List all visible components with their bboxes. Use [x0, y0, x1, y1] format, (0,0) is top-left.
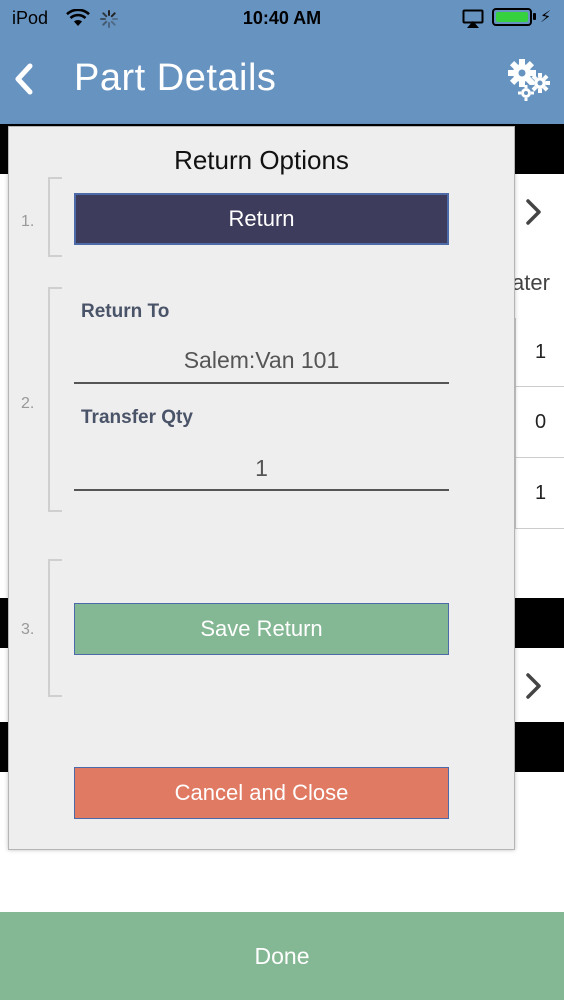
chevron-right-icon[interactable] — [520, 670, 548, 707]
column-header-partial: ater — [512, 270, 550, 295]
gears-icon[interactable] — [504, 55, 552, 108]
step-bracket — [48, 287, 62, 512]
cancel-and-close-button[interactable]: Cancel and Close — [74, 767, 449, 819]
save-return-button[interactable]: Save Return — [74, 603, 449, 655]
return-button[interactable]: Return — [74, 193, 449, 245]
field-underline — [74, 489, 449, 491]
table-cell: 0 — [515, 387, 564, 458]
airplay-icon — [462, 9, 484, 34]
done-button[interactable]: Done — [0, 912, 564, 1000]
battery-icon — [492, 8, 532, 26]
step-number: 3. — [21, 621, 35, 638]
table-cell: 1 — [515, 458, 564, 529]
transfer-qty-label: Transfer Qty — [81, 407, 193, 428]
page-title: Part Details — [74, 57, 277, 99]
transfer-qty-field[interactable]: 1 — [74, 455, 449, 482]
step-bracket — [48, 177, 62, 257]
step-number: 1. — [21, 213, 35, 230]
battery-cap — [533, 13, 536, 20]
chevron-right-icon[interactable] — [520, 196, 548, 233]
return-to-field[interactable]: Salem:Van 101 — [74, 347, 449, 374]
status-bar: iPod 10:40 AM ⚡ — [0, 0, 564, 38]
return-to-label: Return To — [81, 301, 170, 322]
dialog-title: Return Options — [174, 145, 349, 175]
step-bracket — [48, 559, 62, 697]
charging-icon: ⚡ — [540, 9, 552, 26]
return-options-dialog: Return Options 1. Return 2. Return To Sa… — [8, 126, 515, 850]
step-number: 2. — [21, 395, 35, 412]
field-underline — [74, 382, 449, 384]
back-chevron-icon[interactable] — [10, 60, 38, 103]
table-cell: 1 — [515, 318, 564, 387]
nav-bar: Part Details — [0, 38, 564, 124]
